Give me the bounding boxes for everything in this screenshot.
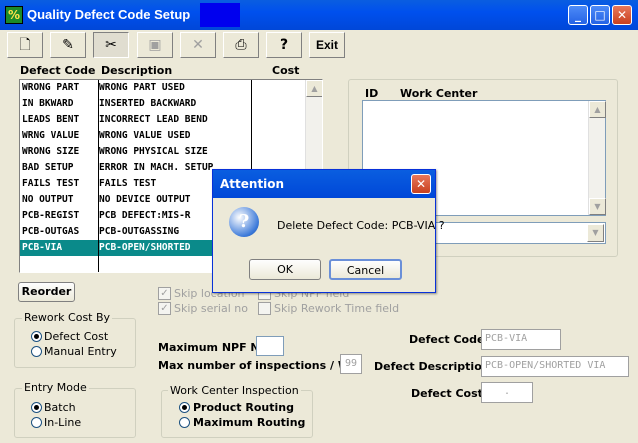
defect-cost-field[interactable]: . [481, 382, 533, 403]
rework-cost-title: Rework Cost By [22, 311, 113, 324]
help-button[interactable]: ? [266, 32, 302, 58]
radio-batch-label: Batch [44, 401, 76, 414]
scroll-up-arrow[interactable]: ▲ [306, 80, 322, 97]
skip-location-checkbox[interactable]: ✓ [158, 287, 171, 300]
cancel-button[interactable]: Cancel [329, 259, 402, 280]
description-cell: WRONG PART USED [99, 82, 185, 93]
dialog-message: Delete Defect Code: PCB-VIA ? [277, 219, 445, 232]
close-button[interactable]: ✕ [612, 5, 632, 25]
col-header-defect-code: Defect Code [20, 64, 96, 77]
list-item[interactable]: LEADS BENT INCORRECT LEAD BEND [20, 112, 305, 128]
col-header-cost: Cost [272, 64, 300, 77]
skip-serial-label: Skip serial no [174, 302, 248, 315]
list-item[interactable]: WRNG VALUE WRONG VALUE USED [20, 128, 305, 144]
window-title: Quality Defect Code Setup [27, 7, 191, 22]
radio-maximum-routing[interactable] [179, 417, 190, 428]
print-button[interactable]: ⎙ [223, 32, 259, 58]
title-highlight [200, 3, 240, 27]
x-icon: ✕ [192, 37, 204, 53]
list-item[interactable]: IN BKWARD INSERTED BACKWARD [20, 96, 305, 112]
edit-icon: ✎ [62, 37, 74, 53]
entry-mode-title: Entry Mode [22, 381, 89, 394]
list-item[interactable]: WRONG PART WRONG PART USED [20, 80, 305, 96]
max-npf-label: Maximum NPF No [158, 341, 268, 354]
scissors-icon: ✂ [105, 37, 117, 53]
printer-icon: ⎙ [235, 37, 247, 53]
skip-rework-label: Skip Rework Time field [274, 302, 400, 315]
new-document-icon: 🗋 [19, 37, 31, 53]
defect-code-cell: WRNG VALUE [22, 130, 80, 141]
defect-description-field[interactable]: PCB-OPEN/SHORTED VIA [481, 356, 629, 377]
ok-button[interactable]: OK [249, 259, 321, 280]
defect-code-cell: NO OUTPUT [22, 194, 74, 205]
radio-product-routing-label: Product Routing [193, 401, 294, 414]
edit-button[interactable]: ✎ [50, 32, 86, 58]
close-icon: ✕ [415, 177, 427, 191]
description-cell: WRONG VALUE USED [99, 130, 191, 141]
wc-scrollbar[interactable]: ▲ ▼ [588, 101, 606, 215]
radio-maximum-routing-label: Maximum Routing [193, 416, 306, 429]
attention-dialog: Attention ✕ ? Delete Defect Code: PCB-VI… [212, 169, 445, 293]
defect-code-cell: LEADS BENT [22, 114, 80, 125]
defect-code-cell: PCB-OUTGAS [22, 226, 80, 237]
chevron-down-icon[interactable]: ▼ [587, 224, 604, 242]
wc-inspection-title: Work Center Inspection [168, 384, 301, 397]
radio-product-routing[interactable] [179, 402, 190, 413]
skip-rework-checkbox[interactable] [258, 302, 271, 315]
defect-code-cell: FAILS TEST [22, 178, 80, 189]
radio-defect-cost[interactable] [31, 331, 42, 342]
defect-code-cell: WRONG PART [22, 82, 80, 93]
list-item[interactable]: WRONG SIZE WRONG PHYSICAL SIZE [20, 144, 305, 160]
reorder-button[interactable]: Reorder [18, 282, 75, 302]
skip-serial-checkbox[interactable]: ✓ [158, 302, 171, 315]
question-icon: ? [229, 207, 259, 237]
max-inspections-input[interactable]: 99 [340, 354, 362, 374]
defect-code-field[interactable]: PCB-VIA [481, 329, 561, 350]
radio-batch[interactable] [31, 402, 42, 413]
dialog-close-button[interactable]: ✕ [411, 174, 431, 194]
maximize-button[interactable]: □ [590, 5, 610, 25]
defect-description-label: Defect Description [374, 360, 490, 373]
dialog-title: Attention [220, 177, 285, 191]
col-header-work-center: Work Center [400, 87, 478, 100]
wc-inspection-group [161, 390, 313, 438]
question-mark-icon: ? [279, 37, 289, 53]
radio-manual-entry-label: Manual Entry [44, 345, 117, 358]
defect-code-cell: IN BKWARD [22, 98, 74, 109]
col-header-id: ID [365, 87, 379, 100]
scroll-down-arrow[interactable]: ▼ [589, 198, 606, 215]
save-icon: ▣ [148, 37, 162, 53]
description-cell: INCORRECT LEAD BEND [99, 114, 208, 125]
radio-in-line-label: In-Line [44, 416, 82, 429]
description-cell: WRONG PHYSICAL SIZE [99, 146, 208, 157]
defect-cost-label: Defect Cost [411, 387, 483, 400]
radio-manual-entry[interactable] [31, 346, 42, 357]
max-inspections-label: Max number of inspections / WC [158, 359, 359, 372]
column-divider [98, 80, 99, 272]
description-cell: INSERTED BACKWARD [99, 98, 197, 109]
col-header-description: Description [101, 64, 173, 77]
scroll-up-arrow[interactable]: ▲ [589, 101, 606, 118]
defect-code-cell: WRONG SIZE [22, 146, 80, 157]
delete-button[interactable]: ✕ [180, 32, 216, 58]
cut-button[interactable]: ✂ [93, 32, 129, 58]
new-button[interactable]: 🗋 [7, 32, 43, 58]
app-icon: % [5, 6, 23, 24]
defect-code-cell: BAD SETUP [22, 162, 74, 173]
radio-defect-cost-label: Defect Cost [44, 330, 109, 343]
radio-in-line[interactable] [31, 417, 42, 428]
defect-code-label: Defect Code [409, 333, 485, 346]
defect-code-cell: PCB-VIA [22, 242, 63, 253]
max-npf-input[interactable] [256, 336, 284, 356]
rework-cost-group [14, 318, 136, 368]
save-button[interactable]: ▣ [137, 32, 173, 58]
exit-button[interactable]: Exit [309, 32, 345, 58]
defect-code-cell: PCB-REGIST [22, 210, 80, 221]
minimize-button[interactable]: _ [568, 5, 588, 25]
